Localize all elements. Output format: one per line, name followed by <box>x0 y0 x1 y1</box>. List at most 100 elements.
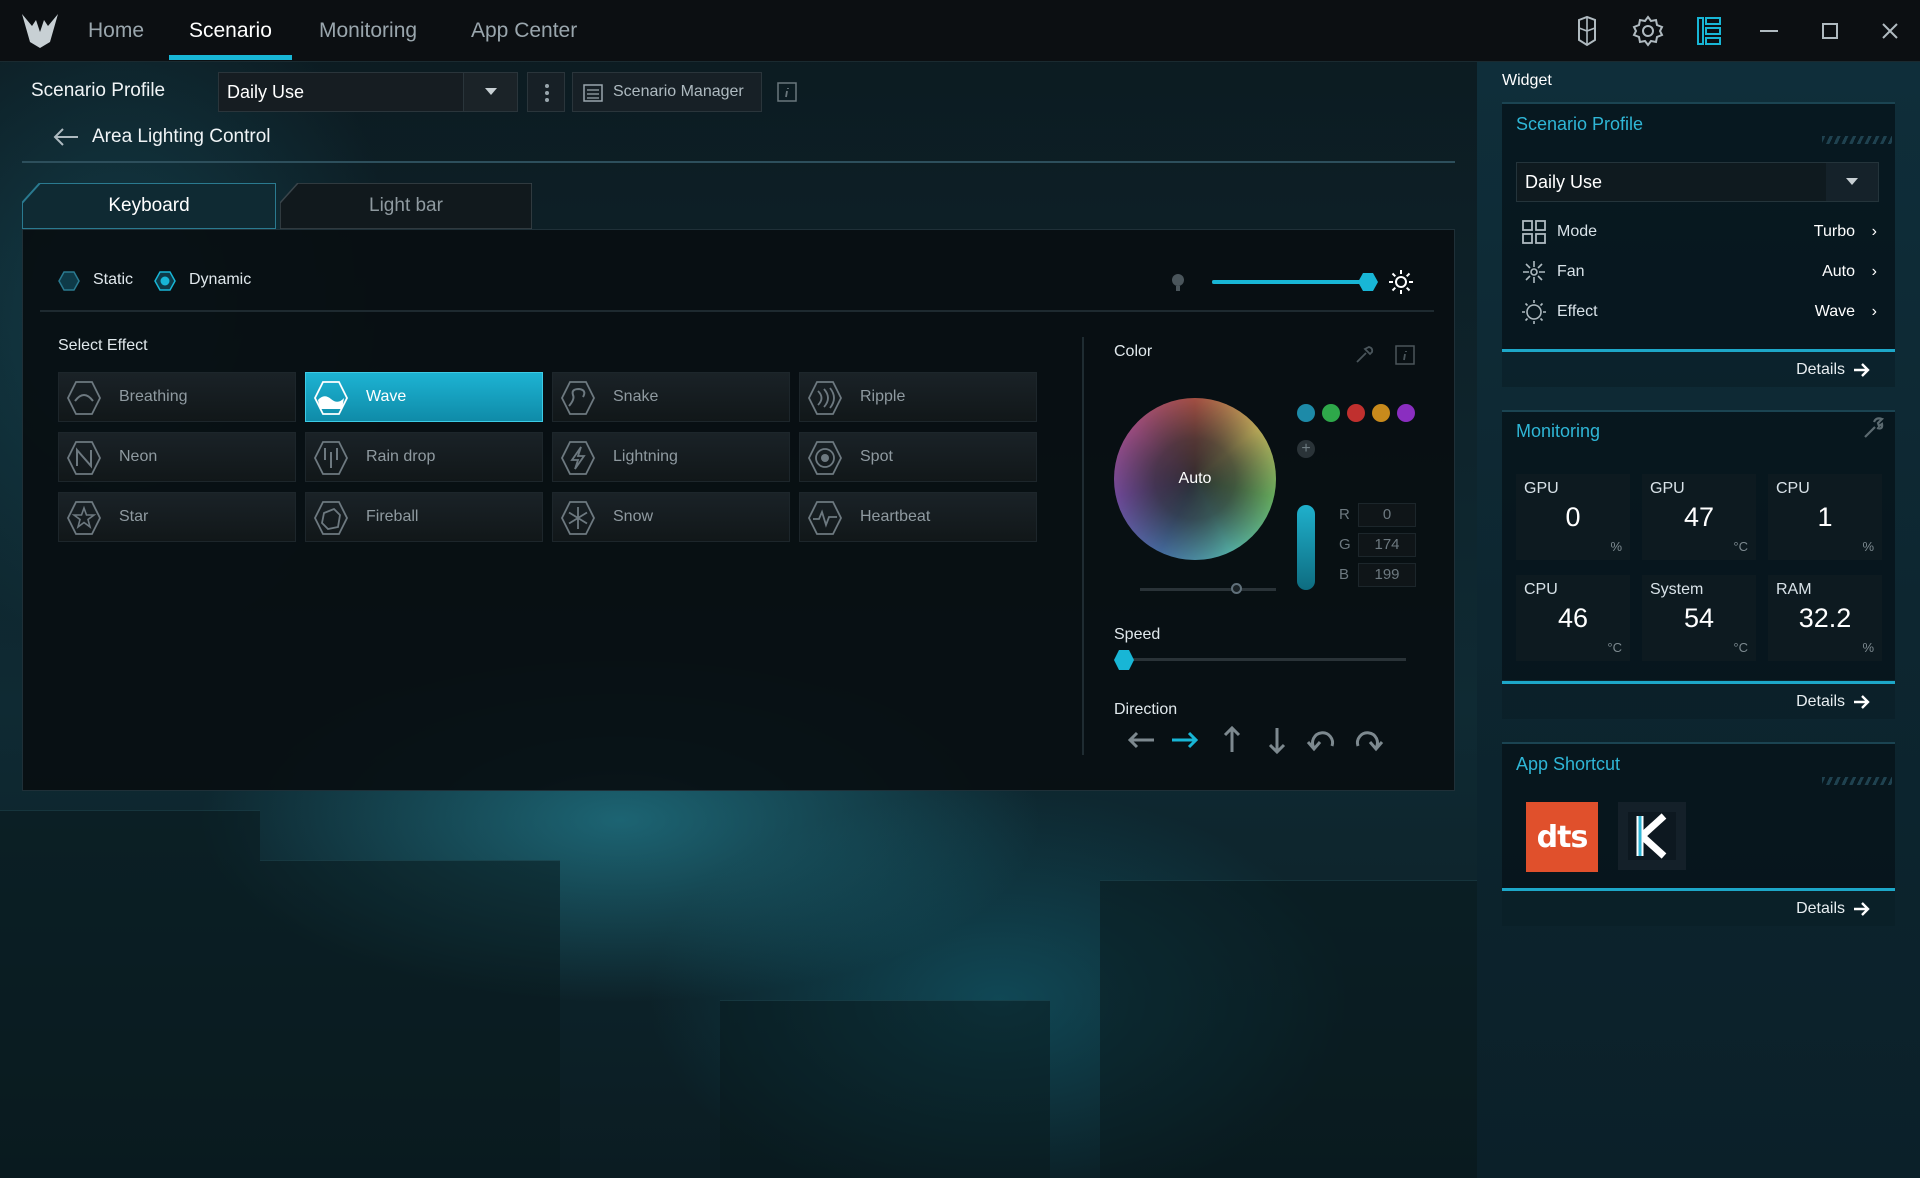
counterclockwise-icon[interactable] <box>1304 724 1340 756</box>
tab-light-bar[interactable]: Light bar <box>280 183 532 229</box>
info-icon[interactable] <box>775 80 799 104</box>
shortcut-details-button[interactable]: Details <box>1502 888 1895 926</box>
monitoring-details-button[interactable]: Details <box>1502 681 1895 719</box>
wave-icon <box>313 381 349 415</box>
k-app-shortcut[interactable] <box>1618 802 1686 870</box>
metric-name: GPU <box>1650 480 1685 497</box>
details-label: Details <box>1796 693 1845 710</box>
maximize-icon[interactable] <box>1813 14 1847 48</box>
dts-app-shortcut[interactable]: dts <box>1526 802 1598 872</box>
hexagon-radio-selected-icon <box>154 271 176 291</box>
speed-slider[interactable] <box>1124 658 1406 661</box>
brightness-high-icon <box>1389 270 1413 294</box>
rgb-g-label: G <box>1339 536 1351 553</box>
snowflake-icon <box>560 501 596 535</box>
color-saturation-thumb[interactable] <box>1231 583 1242 594</box>
chevron-right-icon: › <box>1871 303 1877 320</box>
eyedropper-icon[interactable] <box>1353 344 1375 366</box>
nav-tab-home[interactable]: Home <box>88 0 144 62</box>
back-arrow-icon[interactable] <box>52 126 80 148</box>
effect-label: Star <box>119 508 149 525</box>
mode-grid-icon <box>1522 220 1546 244</box>
metric-name: CPU <box>1776 480 1810 497</box>
effect-rain-drop[interactable]: Rain drop <box>305 432 543 482</box>
chevron-right-icon: › <box>1871 223 1877 240</box>
nav-tab-scenario[interactable]: Scenario <box>169 0 292 62</box>
speed-label: Speed <box>1114 626 1161 643</box>
effect-snake[interactable]: Snake <box>552 372 790 422</box>
device-icon[interactable] <box>1570 14 1604 48</box>
list-icon <box>583 84 603 102</box>
effect-spot[interactable]: Spot <box>799 432 1037 482</box>
effect-label: Wave <box>366 388 407 405</box>
effect-breathing[interactable]: Breathing <box>58 372 296 422</box>
more-options-button[interactable] <box>527 72 565 112</box>
color-swatch[interactable] <box>1297 404 1315 422</box>
up-arrow-icon[interactable] <box>1214 724 1250 756</box>
monitor-gpu-temp: GPU 47 °C <box>1642 474 1756 560</box>
arrow-right-icon <box>1854 695 1870 709</box>
fan-key: Fan <box>1557 263 1585 280</box>
effect-snow[interactable]: Snow <box>552 492 790 542</box>
color-saturation-slider[interactable] <box>1140 588 1276 591</box>
effect-label: Heartbeat <box>860 508 931 525</box>
widget-profile-select[interactable]: Daily Use <box>1516 162 1879 202</box>
effect-lightning[interactable]: Lightning <box>552 432 790 482</box>
wrench-icon[interactable] <box>1862 416 1886 440</box>
widget-effect-row[interactable]: Effect Wave › <box>1521 297 1881 327</box>
monitor-system-temp: System 54 °C <box>1642 575 1756 661</box>
lightning-icon <box>560 441 596 475</box>
effect-label: Spot <box>860 448 893 465</box>
color-swatch[interactable] <box>1347 404 1365 422</box>
rgb-b-input[interactable]: 199 <box>1358 563 1416 587</box>
color-swatch[interactable] <box>1322 404 1340 422</box>
metric-value: 32.2 <box>1798 603 1852 633</box>
widget-layout-icon[interactable] <box>1692 14 1726 48</box>
breathing-icon <box>66 381 102 415</box>
nav-tab-monitoring[interactable]: Monitoring <box>319 0 417 62</box>
effect-fireball[interactable]: Fireball <box>305 492 543 542</box>
metric-unit: °C <box>1733 640 1748 655</box>
effect-label: Rain drop <box>366 448 436 465</box>
clockwise-icon[interactable] <box>1350 724 1386 756</box>
effect-label: Fireball <box>366 508 419 525</box>
scenario-manager-button[interactable]: Scenario Manager <box>572 72 762 112</box>
monitor-gpu-usage: GPU 0 % <box>1516 474 1630 560</box>
down-arrow-icon[interactable] <box>1259 724 1295 756</box>
chevron-down-icon <box>1826 163 1878 201</box>
scenario-profile-select[interactable]: Daily Use <box>218 72 518 112</box>
add-swatch-button[interactable]: + <box>1297 440 1315 458</box>
arrow-right-icon <box>1854 363 1870 377</box>
effect-value: Wave <box>1814 303 1855 320</box>
left-arrow-icon[interactable] <box>1124 724 1160 756</box>
color-swatch[interactable] <box>1372 404 1390 422</box>
effect-wave[interactable]: Wave <box>305 372 543 422</box>
effect-icon <box>1522 300 1546 324</box>
effect-heartbeat[interactable]: Heartbeat <box>799 492 1037 542</box>
widget-fan-row[interactable]: Fan Auto › <box>1521 257 1881 287</box>
rgb-g-input[interactable]: 174 <box>1358 533 1416 557</box>
metric-value: 1 <box>1817 502 1833 532</box>
speed-slider-thumb[interactable] <box>1113 649 1135 671</box>
effect-neon[interactable]: Neon <box>58 432 296 482</box>
rgb-r-input[interactable]: 0 <box>1358 503 1416 527</box>
nav-tab-app-center[interactable]: App Center <box>471 0 577 62</box>
color-info-icon[interactable] <box>1394 344 1416 366</box>
effect-star[interactable]: Star <box>58 492 296 542</box>
tab-keyboard[interactable]: Keyboard <box>22 183 276 229</box>
widget-mode-row[interactable]: Mode Turbo › <box>1521 217 1881 247</box>
tab-light-bar-label: Light bar <box>369 195 443 216</box>
scenario-details-button[interactable]: Details <box>1502 349 1895 387</box>
gear-icon[interactable] <box>1631 14 1665 48</box>
effect-label: Breathing <box>119 388 188 405</box>
close-icon[interactable] <box>1873 14 1907 48</box>
right-arrow-icon[interactable] <box>1168 724 1204 756</box>
minimize-icon[interactable] <box>1752 14 1786 48</box>
details-label: Details <box>1796 900 1845 917</box>
tab-keyboard-label: Keyboard <box>108 195 190 216</box>
metric-value: 0 <box>1565 502 1581 532</box>
color-swatch[interactable] <box>1397 404 1415 422</box>
brightness-slider-thumb[interactable] <box>1358 272 1378 292</box>
hexagon-radio-icon <box>58 271 80 291</box>
effect-ripple[interactable]: Ripple <box>799 372 1037 422</box>
